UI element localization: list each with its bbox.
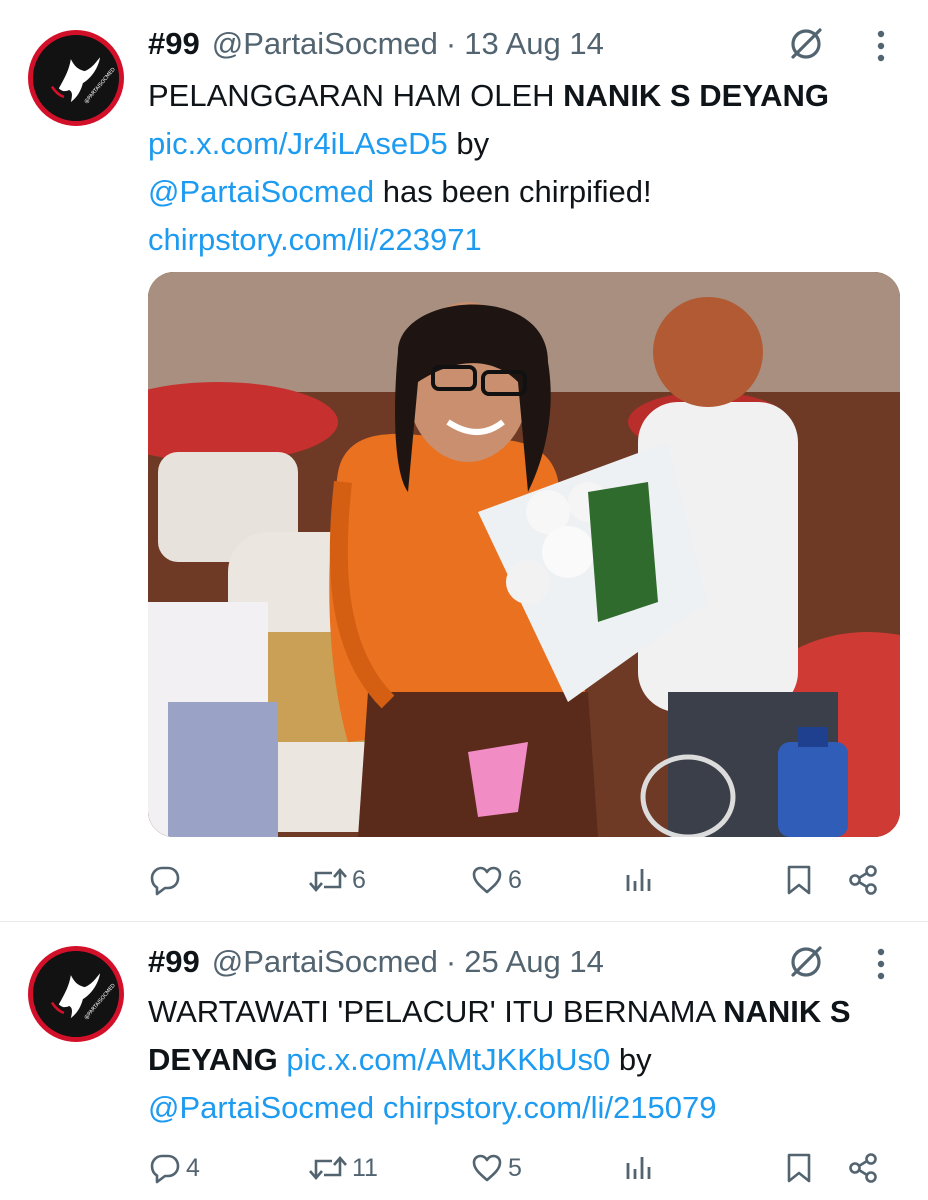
reply-count: 4 <box>186 1153 200 1182</box>
analytics-icon <box>626 1157 651 1179</box>
display-name[interactable]: #99 <box>148 26 200 62</box>
tweet-header: #99 @PartaiSocmed · 13 Aug 14 <box>148 22 604 66</box>
tweet-actions: 6 6 <box>148 858 908 902</box>
mention-link[interactable]: @PartaiSocmed <box>148 1090 374 1125</box>
tweet-text: WARTAWATI 'PELACUR' ITU BERNAMA NANIK S … <box>148 994 851 1125</box>
grok-icon[interactable] <box>784 940 828 984</box>
user-handle[interactable]: @PartaiSocmed <box>212 944 438 980</box>
tweet-text: PELANGGARAN HAM OLEH NANIK S DEYANG pic.… <box>148 78 830 257</box>
share-icon <box>849 865 877 895</box>
separator: · <box>445 944 457 979</box>
chirpstory-link[interactable]: chirpstory.com/li/223971 <box>148 222 482 257</box>
share-button[interactable] <box>846 1146 880 1190</box>
like-count: 5 <box>508 1153 522 1182</box>
share-icon <box>849 1153 877 1183</box>
bold-name: NANIK S DEYANG <box>563 78 830 113</box>
repost-button[interactable]: 6 <box>308 858 366 902</box>
display-name[interactable]: #99 <box>148 944 200 980</box>
bookmark-button[interactable] <box>782 1146 816 1190</box>
bookmark-button[interactable] <box>782 858 816 902</box>
like-button[interactable]: 5 <box>470 1146 522 1190</box>
tweet-header: #99 @PartaiSocmed · 25 Aug 14 <box>148 940 604 984</box>
repost-count: 6 <box>352 865 366 894</box>
avatar[interactable]: @PARTAISOCMED <box>28 946 124 1042</box>
repost-icon <box>309 1156 347 1180</box>
separator: · <box>445 26 457 61</box>
user-handle[interactable]: @PartaiSocmed <box>212 26 438 62</box>
tweet-date[interactable]: 13 Aug 14 <box>464 26 604 62</box>
grok-icon[interactable] <box>784 22 828 66</box>
avatar[interactable]: @PARTAISOCMED <box>28 30 124 126</box>
mention-link[interactable]: @PartaiSocmed <box>148 174 374 209</box>
more-vertical-icon[interactable] <box>866 942 896 986</box>
share-button[interactable] <box>846 858 880 902</box>
tweet-actions: 4 11 5 <box>148 1146 908 1190</box>
analytics-icon <box>626 869 651 891</box>
tweet-date[interactable]: 25 Aug 14 <box>464 944 604 980</box>
heart-icon <box>472 866 502 894</box>
reply-button[interactable]: 4 <box>148 1146 200 1190</box>
tweet-card[interactable]: @PARTAISOCMED #99 @PartaiSocmed · 13 Aug… <box>0 0 928 922</box>
media-link[interactable]: pic.x.com/Jr4iLAseD5 <box>148 126 448 161</box>
like-count: 6 <box>508 865 522 894</box>
views-button[interactable] <box>622 858 656 902</box>
tweet-card[interactable]: @PARTAISOCMED #99 @PartaiSocmed · 25 Aug… <box>0 922 928 1200</box>
bookmark-icon <box>787 865 811 895</box>
tweet-photo[interactable] <box>148 272 900 837</box>
repost-count: 11 <box>352 1153 378 1182</box>
reply-icon <box>150 866 180 896</box>
bookmark-icon <box>787 1153 811 1183</box>
repost-button[interactable]: 11 <box>308 1146 378 1190</box>
views-button[interactable] <box>622 1146 656 1190</box>
reply-button[interactable] <box>148 858 186 902</box>
reply-icon <box>150 1154 180 1184</box>
media-link[interactable]: pic.x.com/AMtJKKbUs0 <box>286 1042 610 1077</box>
repost-icon <box>309 868 347 892</box>
heart-icon <box>472 1154 502 1182</box>
like-button[interactable]: 6 <box>470 858 522 902</box>
chirpstory-link[interactable]: chirpstory.com/li/215079 <box>383 1090 717 1125</box>
more-vertical-icon[interactable] <box>866 24 896 68</box>
